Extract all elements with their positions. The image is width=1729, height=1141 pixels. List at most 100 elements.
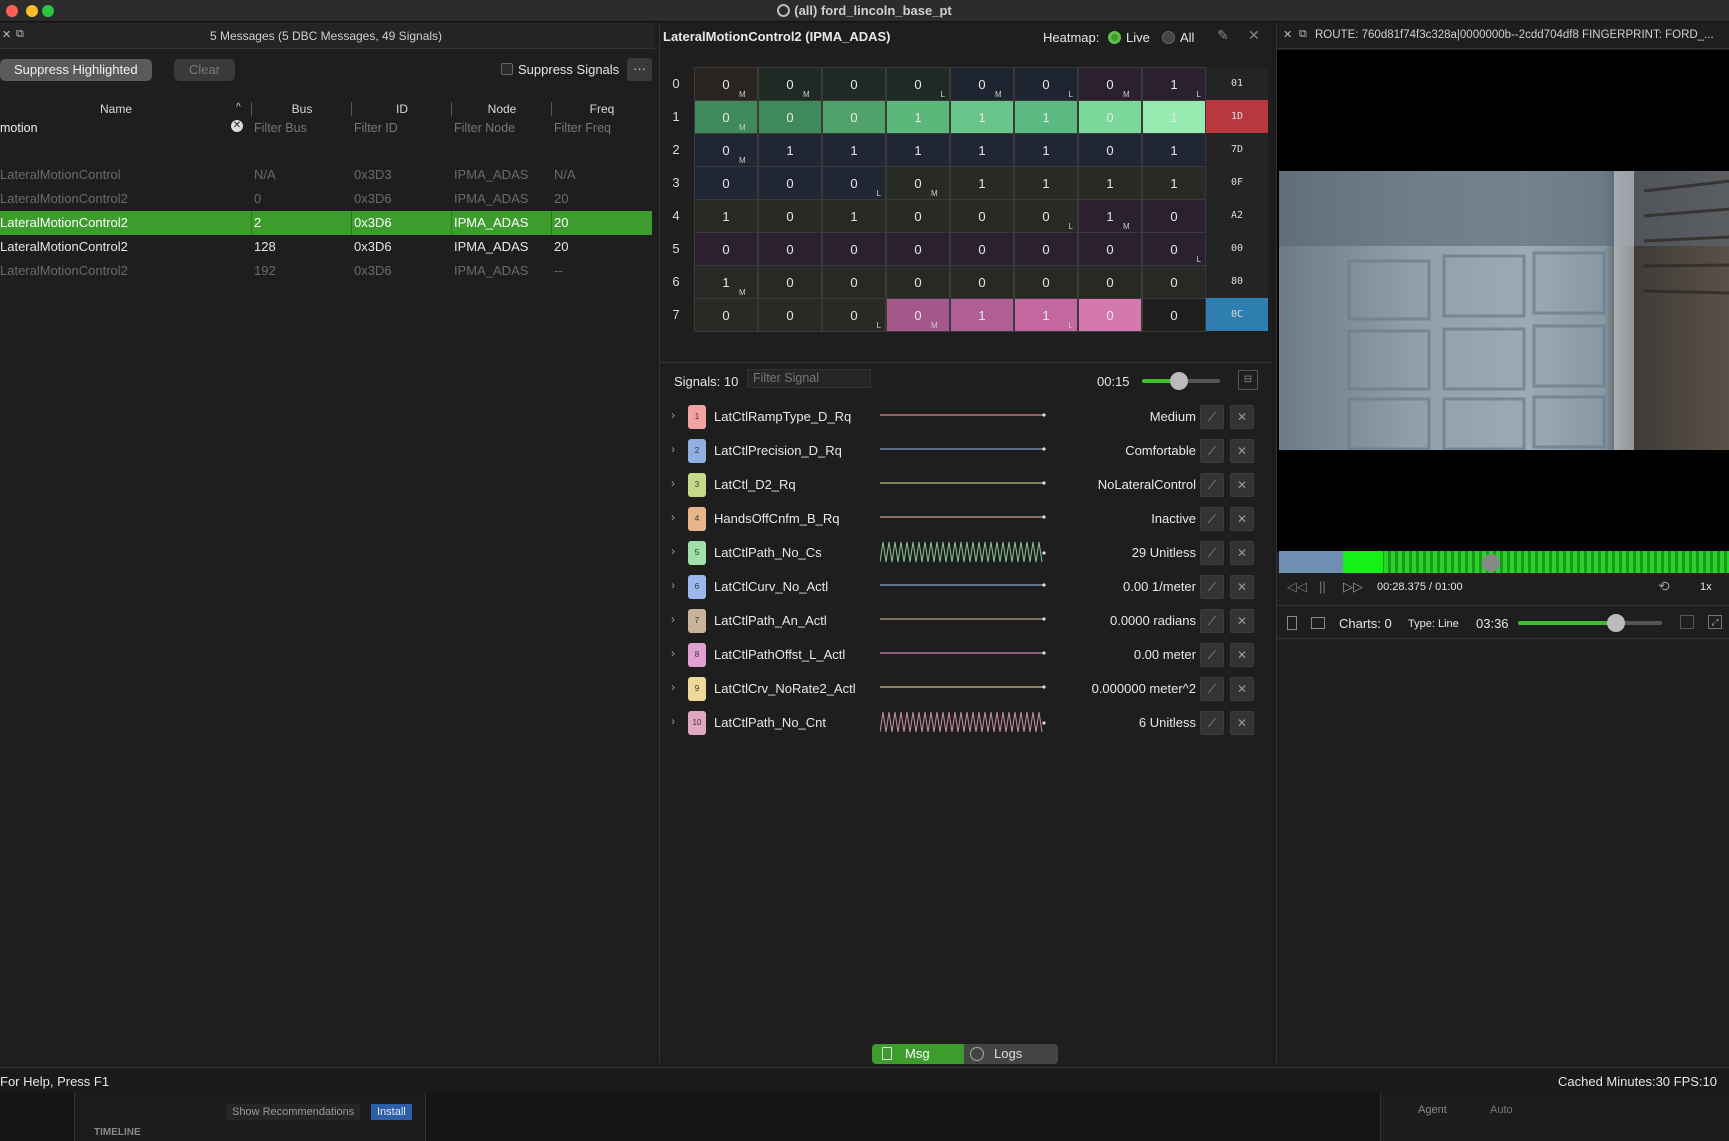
signal-row[interactable]: › 10 LatCtlPath_No_Cnt 6 Unitless ⟋ ✕	[660, 706, 1272, 740]
bit-cell[interactable]: 1	[886, 133, 950, 167]
expand-chevron-icon[interactable]: ›	[671, 510, 675, 524]
bit-cell[interactable]: 0	[886, 199, 950, 233]
signal-row[interactable]: › 2 LatCtlPrecision_D_Rq Comfortable ⟋ ✕	[660, 434, 1272, 468]
bit-cell[interactable]: 0	[1078, 298, 1142, 332]
video-timeline[interactable]	[1279, 551, 1729, 573]
signal-row[interactable]: › 6 LatCtlCurv_No_Actl 0.00 1/meter ⟋ ✕	[660, 570, 1272, 604]
bit-cell[interactable]: 0L	[1014, 67, 1078, 101]
bit-cell[interactable]: 0	[950, 232, 1014, 266]
signal-row[interactable]: › 1 LatCtlRampType_D_Rq Medium ⟋ ✕	[660, 400, 1272, 434]
remove-signal-icon[interactable]: ✕	[1230, 575, 1254, 599]
pause-icon[interactable]: ||	[1319, 579, 1326, 594]
bit-cell[interactable]: 1	[886, 100, 950, 134]
close-detail-icon[interactable]: ✕	[1248, 27, 1260, 44]
checkbox-box[interactable]	[501, 63, 513, 75]
signal-row[interactable]: › 9 LatCtlCrv_NoRate2_Actl 0.000000 meter^2…	[660, 672, 1272, 706]
bit-cell[interactable]: 1M	[694, 265, 758, 299]
plot-chart-icon[interactable]: ⟋	[1200, 507, 1224, 531]
video-float-icon[interactable]: ⧉	[1299, 28, 1307, 41]
remove-signal-icon[interactable]: ✕	[1230, 609, 1254, 633]
bit-cell[interactable]: 0L	[1142, 232, 1206, 266]
signal-row[interactable]: › 4 HandsOffCnfm_B_Rq Inactive ⟋ ✕	[660, 502, 1272, 536]
suppress-signals-checkbox[interactable]: Suppress Signals	[501, 62, 619, 77]
bit-cell[interactable]: 1	[1078, 166, 1142, 200]
column-freq[interactable]: Freq	[552, 102, 652, 116]
chart-type-label[interactable]: Type: Line	[1408, 618, 1459, 630]
bit-cell[interactable]: 0	[886, 232, 950, 266]
sort-ascending-icon[interactable]: ^	[236, 102, 241, 113]
bit-cell[interactable]: 0	[822, 232, 886, 266]
bit-cell[interactable]: 0	[1014, 232, 1078, 266]
clear-button[interactable]: Clear	[174, 59, 236, 81]
bit-cell[interactable]: 0	[1078, 100, 1142, 134]
bit-cell[interactable]: 0	[822, 265, 886, 299]
message-row[interactable]: LateralMotionControl N/A 0x3D3 IPMA_ADAS N/A	[0, 163, 652, 187]
bit-cell[interactable]: 1	[950, 166, 1014, 200]
bit-cell[interactable]: 1L	[1142, 67, 1206, 101]
freq-filter-input[interactable]: Filter Freq	[554, 121, 611, 135]
remove-signal-icon[interactable]: ✕	[1230, 473, 1254, 497]
agent-mode-label[interactable]: Agent	[1418, 1104, 1447, 1116]
name-filter-input[interactable]: motion	[0, 121, 38, 135]
bit-cell[interactable]: 1	[1014, 166, 1078, 200]
column-node[interactable]: Node	[452, 102, 552, 116]
bit-cell[interactable]: 0	[758, 166, 822, 200]
plot-chart-icon[interactable]: ⟋	[1200, 439, 1224, 463]
edit-pencil-icon[interactable]: ✎	[1217, 27, 1229, 44]
bit-cell[interactable]: 1	[758, 133, 822, 167]
expand-chevron-icon[interactable]: ›	[671, 680, 675, 694]
bit-cell[interactable]: 0	[1078, 133, 1142, 167]
bit-cell[interactable]: 1	[1142, 133, 1206, 167]
expand-chevron-icon[interactable]: ›	[671, 442, 675, 456]
expand-chevron-icon[interactable]: ›	[671, 612, 675, 626]
bit-cell[interactable]: 1	[694, 199, 758, 233]
timeline-playhead[interactable]	[1481, 554, 1500, 572]
filter-signal-input[interactable]: Filter Signal	[747, 369, 871, 388]
signal-row[interactable]: › 5 LatCtlPath_No_Cs 29 Unitless ⟋ ✕	[660, 536, 1272, 570]
bit-cell[interactable]: 0L	[822, 298, 886, 332]
plot-chart-icon[interactable]: ⟋	[1200, 677, 1224, 701]
bit-cell[interactable]: 0	[822, 100, 886, 134]
suppress-highlighted-button[interactable]: Suppress Highlighted	[0, 59, 152, 81]
bit-cell[interactable]: 1	[1142, 166, 1206, 200]
expand-chevron-icon[interactable]: ›	[671, 476, 675, 490]
bit-cell[interactable]: 1	[1014, 133, 1078, 167]
bit-cell[interactable]: 0L	[1014, 199, 1078, 233]
signal-row[interactable]: › 8 LatCtlPathOffst_L_Actl 0.00 meter ⟋ ✕	[660, 638, 1272, 672]
tab-logs[interactable]: Logs	[964, 1044, 1058, 1064]
remove-signal-icon[interactable]: ✕	[1230, 439, 1254, 463]
bit-cell[interactable]: 0M	[758, 67, 822, 101]
auto-mode-label[interactable]: Auto	[1490, 1104, 1513, 1116]
bit-cell[interactable]: 0	[694, 232, 758, 266]
bit-cell[interactable]: 0M	[694, 67, 758, 101]
column-id[interactable]: ID	[352, 102, 452, 116]
bit-cell[interactable]: 0	[694, 298, 758, 332]
bit-cell[interactable]: 1	[950, 100, 1014, 134]
bit-cell[interactable]: 0	[758, 199, 822, 233]
fast-forward-icon[interactable]: ▷▷	[1343, 579, 1363, 595]
bit-cell[interactable]: 0L	[886, 67, 950, 101]
video-close-icon[interactable]: ✕	[1283, 28, 1292, 41]
playback-speed[interactable]: 1x	[1700, 581, 1712, 593]
install-button[interactable]: Install	[371, 1104, 412, 1120]
bus-filter-input[interactable]: Filter Bus	[254, 121, 307, 135]
bit-cell[interactable]: 0	[1142, 265, 1206, 299]
loop-icon[interactable]: ⟲	[1658, 578, 1670, 595]
bit-cell[interactable]: 0	[950, 199, 1014, 233]
bit-cell[interactable]: 1L	[1014, 298, 1078, 332]
bit-cell[interactable]: 0M	[694, 133, 758, 167]
bit-cell[interactable]: 0	[758, 232, 822, 266]
bit-cell[interactable]: 1M	[1078, 199, 1142, 233]
bit-cell[interactable]: 1L	[1142, 100, 1206, 134]
message-row[interactable]: LateralMotionControl2 2 0x3D6 IPMA_ADAS 20	[0, 211, 652, 235]
bit-cell[interactable]: 0	[886, 265, 950, 299]
plot-chart-icon[interactable]: ⟋	[1200, 609, 1224, 633]
column-name[interactable]: Name	[0, 102, 232, 116]
plot-chart-icon[interactable]: ⟋	[1200, 473, 1224, 497]
remove-signal-icon[interactable]: ✕	[1230, 405, 1254, 429]
bit-cell[interactable]: 0	[822, 67, 886, 101]
message-row[interactable]: LateralMotionControl2 128 0x3D6 IPMA_ADAS 20	[0, 235, 652, 259]
bit-cell[interactable]: 0M	[1078, 67, 1142, 101]
bit-cell[interactable]: 0	[1142, 298, 1206, 332]
bit-cell[interactable]: 1	[950, 133, 1014, 167]
